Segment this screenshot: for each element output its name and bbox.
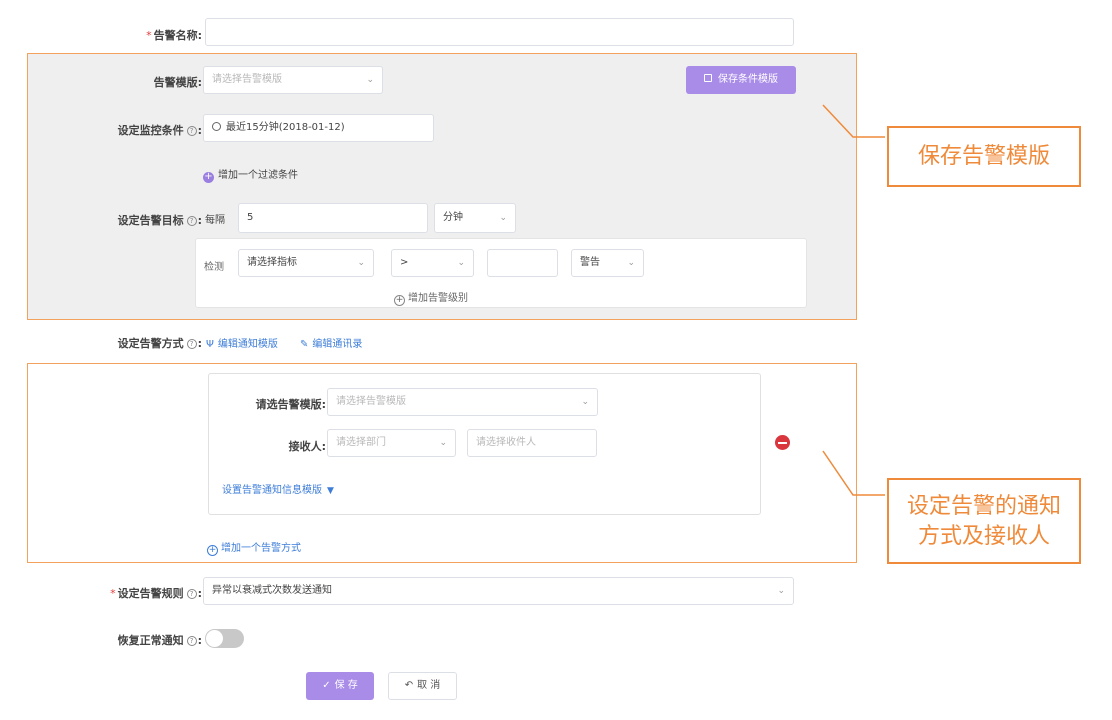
notify-callout-line1: 设定告警的通知: [906, 494, 1061, 519]
notify-callout: 设定告警的通知 方式及接收人: [887, 478, 1081, 564]
save-template-callout-text: 保存告警模版: [917, 144, 1050, 169]
notify-connector: [822, 450, 885, 496]
save-template-callout: 保存告警模版: [887, 126, 1081, 187]
notify-callout-line2: 方式及接收人: [917, 524, 1050, 549]
callout-connectors: [822, 104, 885, 496]
save-template-connector: [822, 104, 885, 138]
